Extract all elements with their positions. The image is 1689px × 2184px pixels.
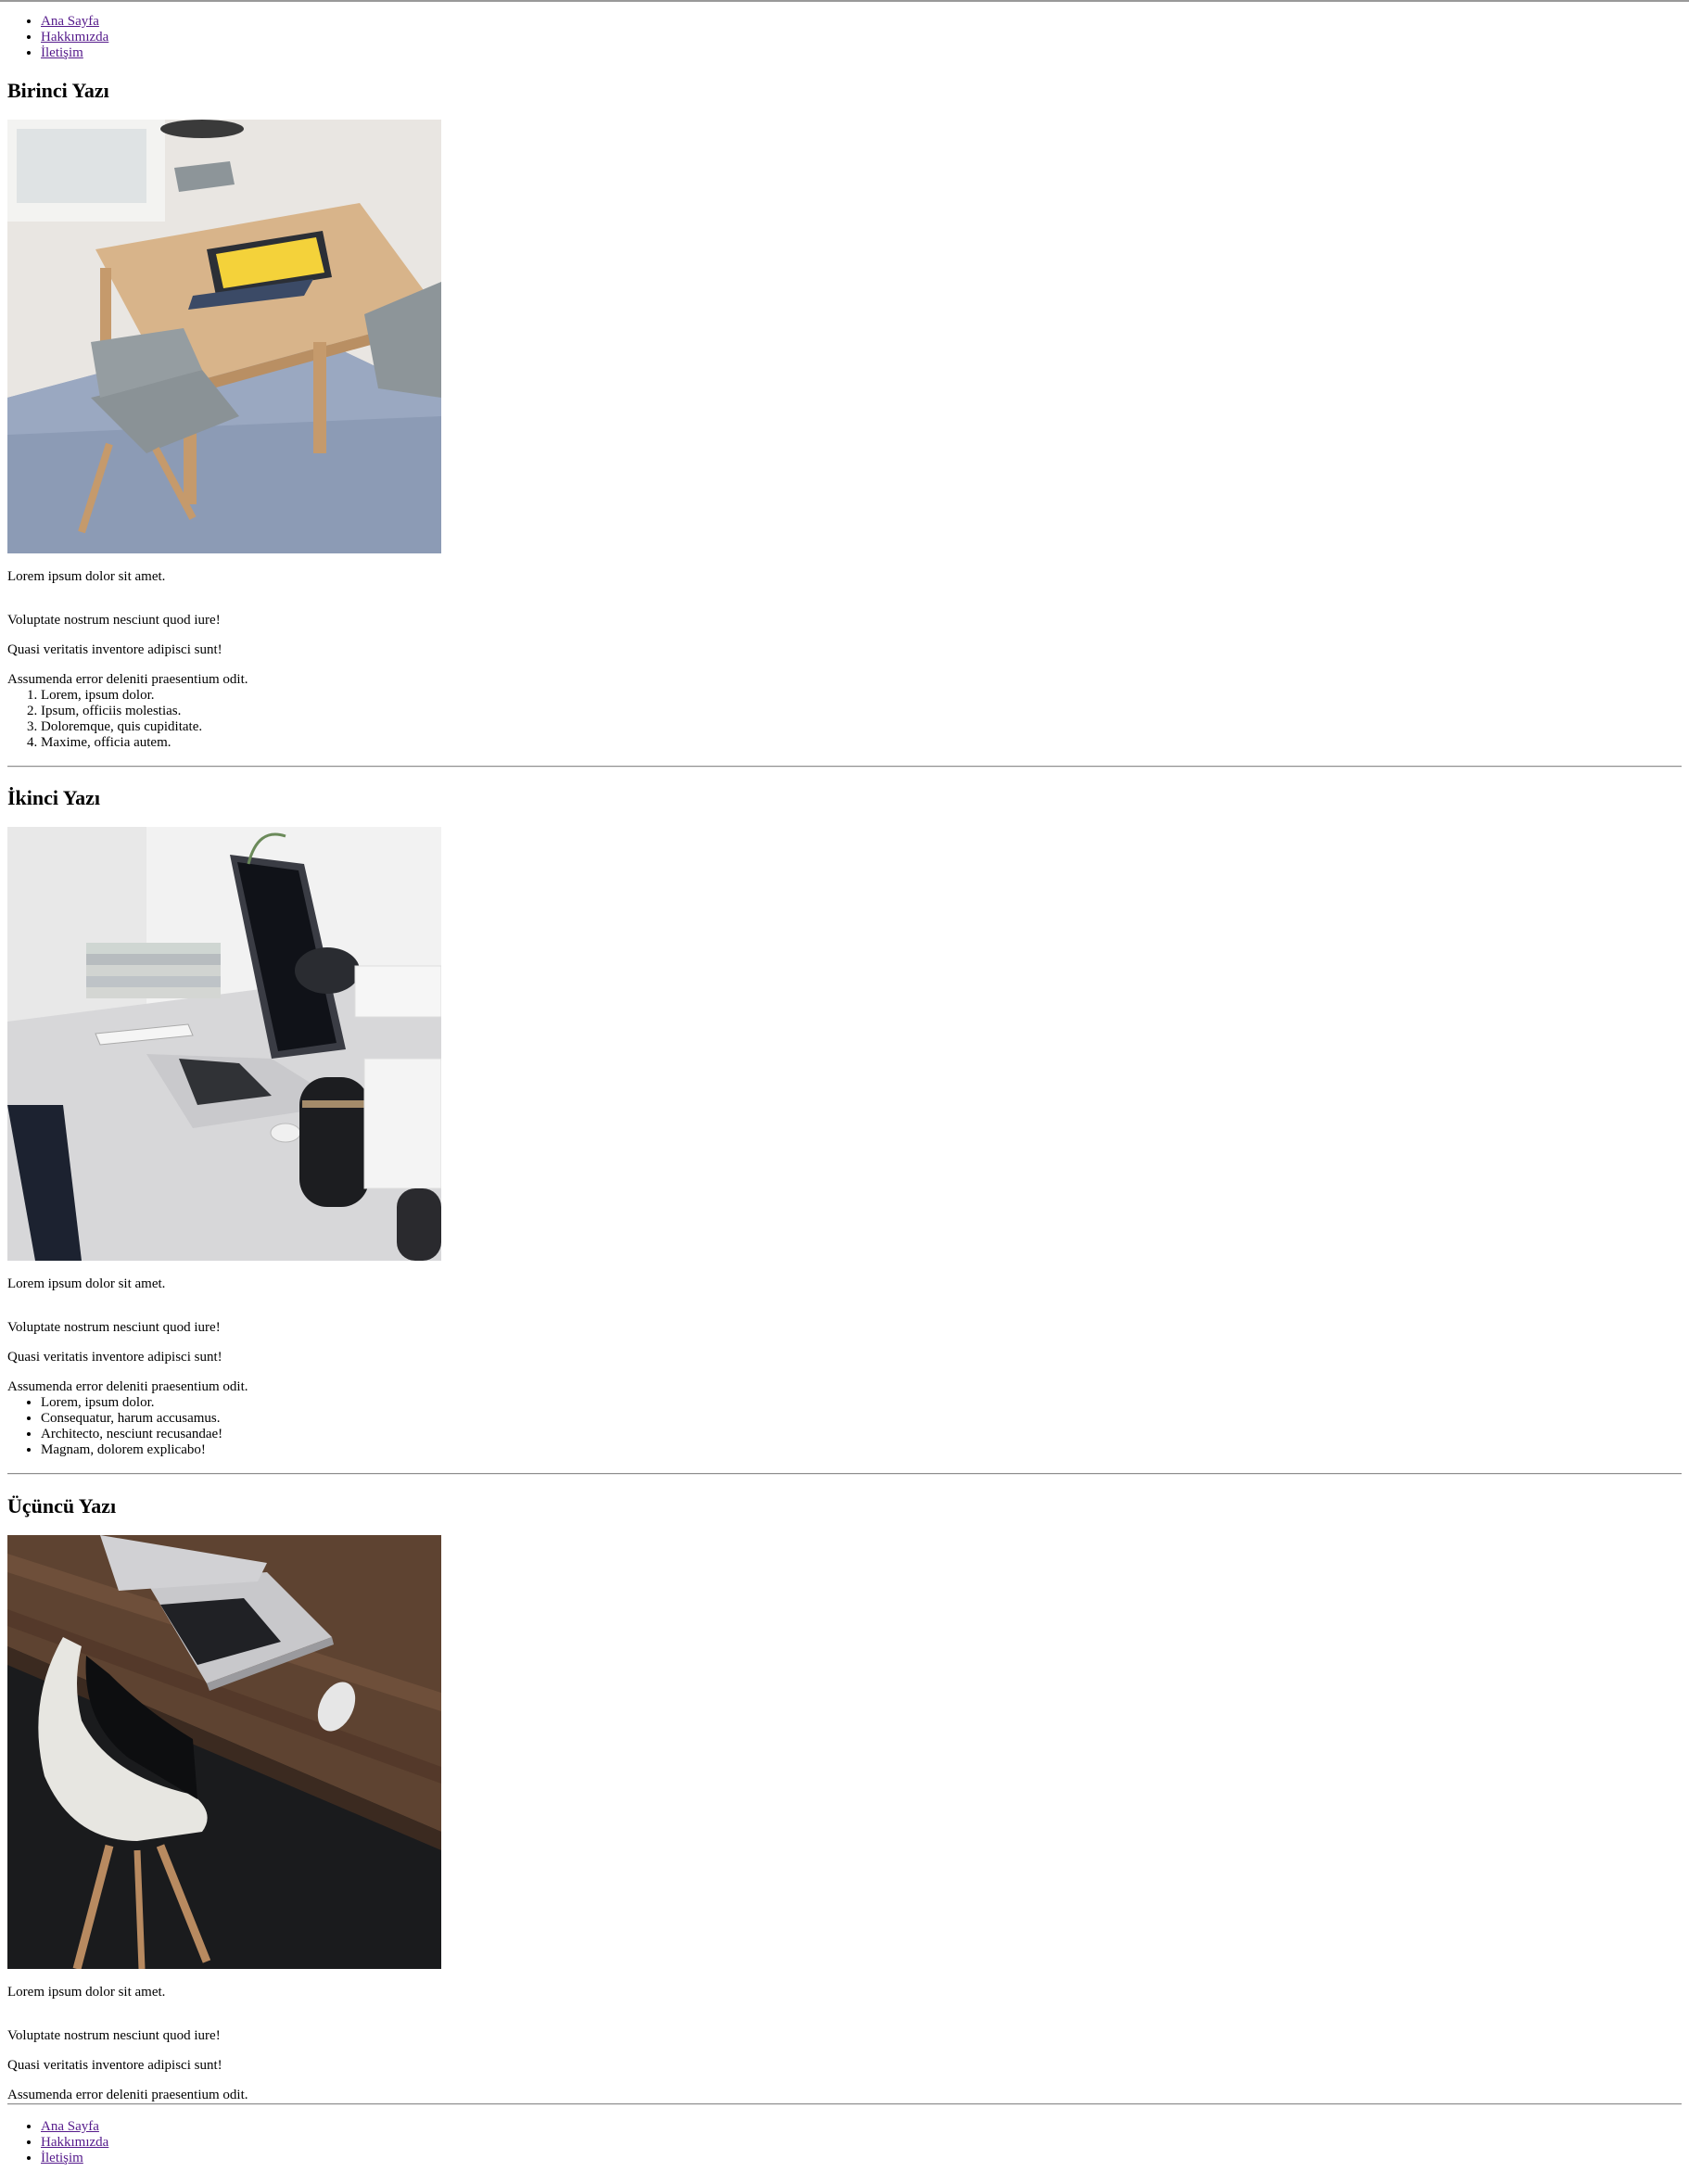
ordered-list: Lorem, ipsum dolor. Ipsum, officiis mole… — [7, 688, 202, 751]
paragraph: Lorem ipsum dolor sit amet. — [7, 569, 166, 584]
nav-item-home: Ana Sayfa — [41, 14, 108, 30]
post-title: İkinci Yazı — [7, 786, 101, 809]
paragraph: Lorem ipsum dolor sit amet. — [7, 1276, 166, 1291]
post-image-wooden-desk — [7, 1535, 441, 1969]
list-item: Ipsum, officiis molestias. — [41, 704, 202, 719]
paragraph: Voluptate nostrum nesciunt quod iure! — [7, 613, 221, 628]
paragraph: Assumenda error deleniti praesentium odi… — [7, 1379, 248, 1394]
top-divider — [0, 0, 1689, 2]
footer-nav-item-contact: İletişim — [41, 2151, 108, 2166]
list-item: Lorem, ipsum dolor. — [41, 1395, 222, 1411]
footer-nav-link-contact[interactable]: İletişim — [41, 2151, 83, 2165]
divider — [7, 1473, 1682, 1475]
top-nav: Ana Sayfa Hakkımızda İletişim — [7, 14, 108, 61]
nav-item-about: Hakkımızda — [41, 30, 108, 45]
post-title: Birinci Yazı — [7, 79, 109, 102]
post-image-laptop-desk — [7, 827, 441, 1261]
paragraph: Quasi veritatis inventore adipisci sunt! — [7, 642, 222, 657]
footer-nav-link-home[interactable]: Ana Sayfa — [41, 2119, 99, 2134]
paragraph: Assumenda error deleniti praesentium odi… — [7, 672, 248, 687]
paragraph: Quasi veritatis inventore adipisci sunt! — [7, 1350, 222, 1365]
paragraph: Voluptate nostrum nesciunt quod iure! — [7, 2028, 221, 2043]
nav-link-home[interactable]: Ana Sayfa — [41, 14, 99, 29]
nav-link-contact[interactable]: İletişim — [41, 45, 83, 60]
divider — [7, 2103, 1682, 2105]
nav-item-contact: İletişim — [41, 45, 108, 61]
page: Ana Sayfa Hakkımızda İletişim Birinci Ya… — [0, 0, 1689, 2184]
list-item: Magnam, dolorem explicabo! — [41, 1442, 222, 1458]
footer-nav-item-home: Ana Sayfa — [41, 2119, 108, 2135]
paragraph: Assumenda error deleniti praesentium odi… — [7, 2088, 248, 2102]
paragraph: Voluptate nostrum nesciunt quod iure! — [7, 1320, 221, 1335]
post-image-dining-table — [7, 120, 441, 553]
footer-nav: Ana Sayfa Hakkımızda İletişim — [7, 2119, 108, 2166]
paragraph: Lorem ipsum dolor sit amet. — [7, 1985, 166, 2000]
list-item: Doloremque, quis cupiditate. — [41, 719, 202, 735]
footer-nav-link-about[interactable]: Hakkımızda — [41, 2135, 108, 2150]
list-item: Maxime, officia autem. — [41, 735, 202, 751]
footer-nav-item-about: Hakkımızda — [41, 2135, 108, 2151]
post-title: Üçüncü Yazı — [7, 1494, 117, 1517]
paragraph: Quasi veritatis inventore adipisci sunt! — [7, 2058, 222, 2073]
divider — [7, 766, 1682, 768]
list-item: Consequatur, harum accusamus. — [41, 1411, 222, 1427]
list-item: Lorem, ipsum dolor. — [41, 688, 202, 704]
list-item: Architecto, nesciunt recusandae! — [41, 1427, 222, 1442]
nav-link-about[interactable]: Hakkımızda — [41, 30, 108, 44]
unordered-list: Lorem, ipsum dolor. Consequatur, harum a… — [7, 1395, 222, 1458]
